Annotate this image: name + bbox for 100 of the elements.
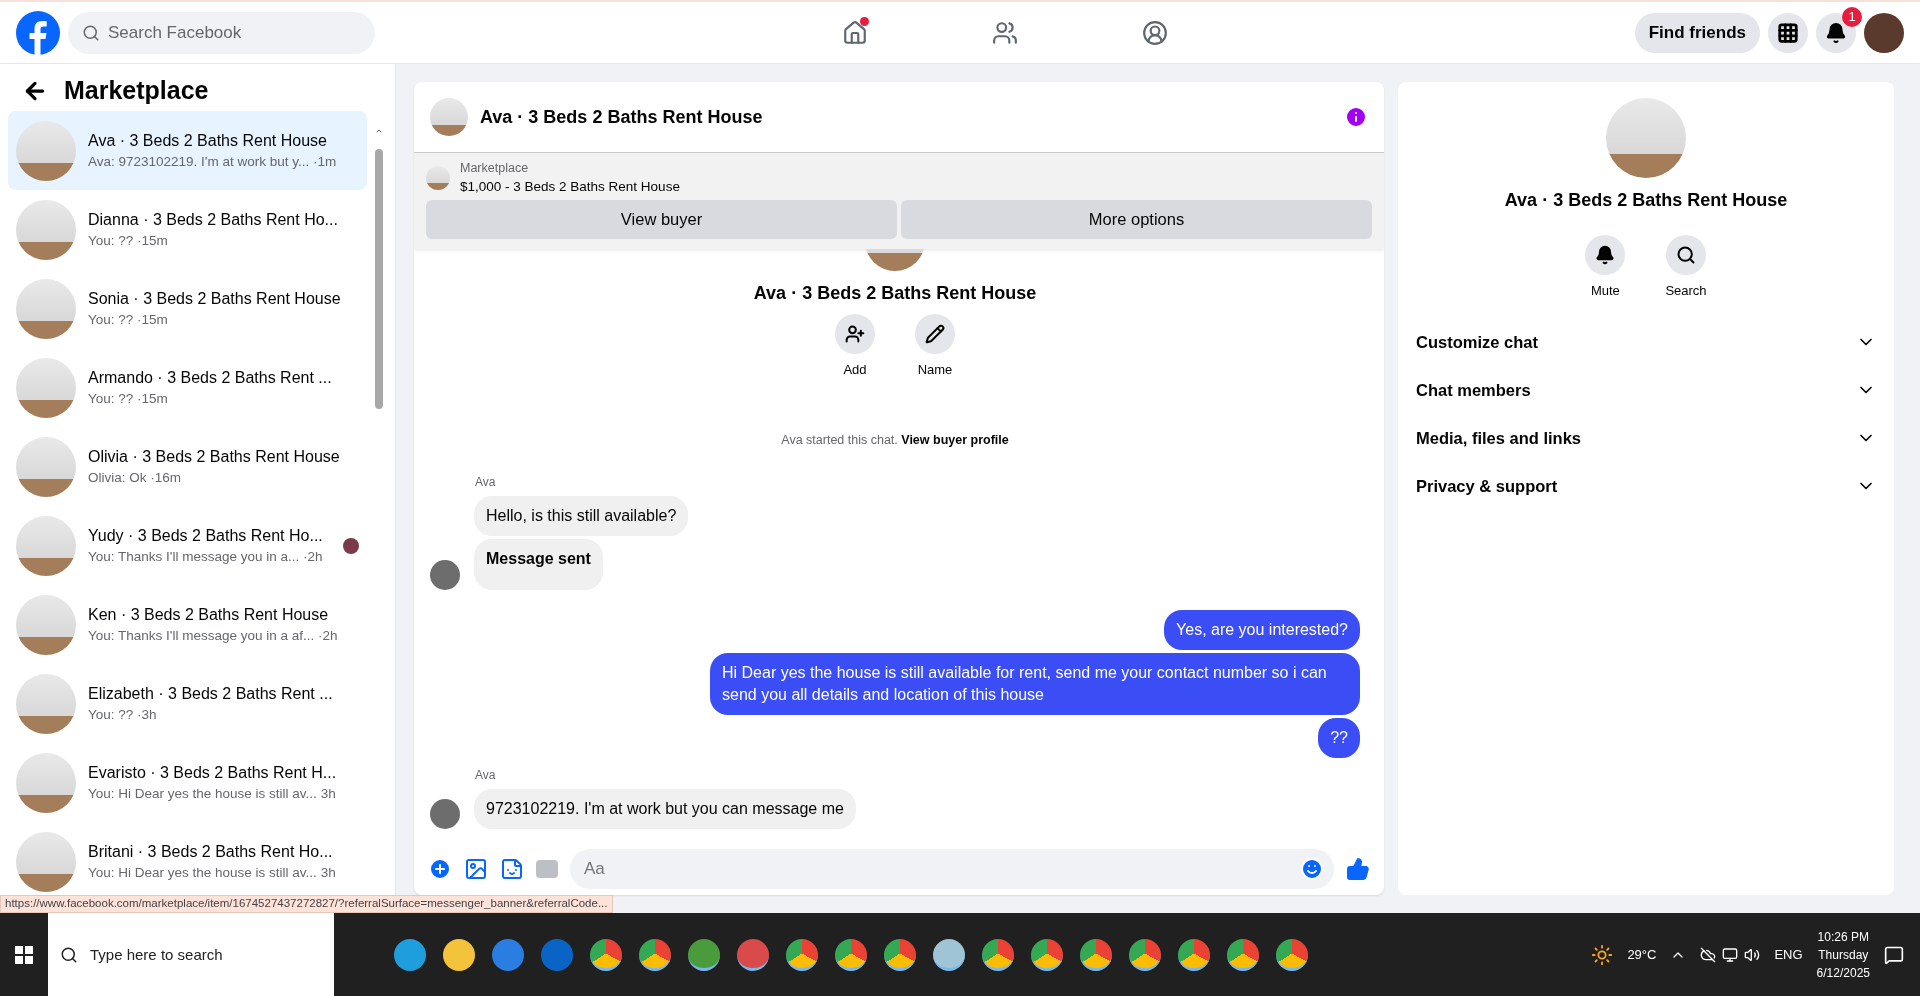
conversation-item[interactable]: Ava · 3 Beds 2 Baths Rent House Ava: 9723102219. I'm at work but y... ·1m [8, 111, 367, 190]
info-icon[interactable] [1344, 105, 1368, 129]
clock[interactable]: 10:26 PM Thursday 6/12/2025 [1816, 927, 1870, 982]
store-icon[interactable] [492, 938, 524, 971]
scroll-up-icon[interactable] [375, 127, 383, 135]
details-section[interactable]: Media, files and links [1412, 414, 1880, 462]
browser-icon[interactable] [1129, 938, 1161, 971]
conversation-item[interactable]: Dianna · 3 Beds 2 Baths Rent Ho... You: ?? ·15m [8, 190, 367, 269]
browser-icon[interactable] [1227, 938, 1259, 971]
windows-logo-icon[interactable] [15, 945, 33, 964]
buyer-profile-link[interactable]: View buyer profile [901, 433, 1009, 447]
message-input[interactable]: Aa [570, 849, 1334, 889]
action-label: Search [1665, 283, 1707, 298]
conversation-preview: You: Thanks I'll message you in a... ·2h [88, 549, 324, 564]
find-friends-button[interactable]: Find friends [1634, 12, 1760, 53]
conversation-preview: You: ?? ·15m [88, 233, 169, 248]
action-button[interactable] [835, 314, 875, 354]
message-bubble: 9723102219. I'm at work but you can message me [474, 789, 856, 829]
sender-name: Ava [475, 475, 497, 489]
conversation-name: Dianna · 3 Beds 2 Baths Rent Ho... [88, 211, 339, 229]
listing-title: $1,000 - 3 Beds 2 Baths Rent House [460, 179, 680, 194]
photo-icon[interactable] [464, 857, 488, 881]
conversation-name: Ken · 3 Beds 2 Baths Rent House [88, 606, 330, 624]
browser-icon[interactable] [982, 938, 1014, 971]
user-circle-icon [1141, 19, 1168, 46]
listing-source: Marketplace [460, 161, 530, 175]
message-bubble: Message sent [474, 539, 603, 590]
search-icon [82, 23, 100, 42]
browser-icon[interactable] [786, 938, 818, 971]
conversation-preview: Ava: 9723102219. I'm at work but y... ·1m [88, 154, 338, 169]
conversation-preview: You: Hi Dear yes the house is still av... 3h [88, 786, 337, 801]
action-button[interactable] [1585, 235, 1626, 275]
details-section[interactable]: Customize chat [1412, 318, 1880, 366]
browser-icon[interactable] [1080, 938, 1112, 971]
action-button[interactable] [1666, 235, 1706, 275]
browser-icon[interactable] [1276, 938, 1308, 971]
conversation-name: Ava · 3 Beds 2 Baths Rent House [88, 132, 328, 150]
plus-icon[interactable] [428, 857, 452, 881]
action-button[interactable] [915, 314, 955, 354]
action-button[interactable]: More options [901, 200, 1372, 239]
conversation-name: Sonia · 3 Beds 2 Baths Rent House [88, 290, 342, 308]
sticker-icon[interactable] [500, 857, 524, 881]
conversation-item[interactable]: Yudy · 3 Beds 2 Baths Rent Ho... You: Thanks I'll message you in a... ·2h [8, 506, 367, 585]
thumbs-up-icon[interactable] [1346, 857, 1370, 881]
listing-thumbnail [426, 165, 450, 190]
folder-icon[interactable] [443, 938, 475, 971]
notifications-button[interactable] [1816, 12, 1856, 53]
notification-badge: 1 [1842, 6, 1862, 27]
notification-center-icon[interactable] [1884, 944, 1904, 965]
edge-icon[interactable] [394, 938, 426, 971]
conversation-name: Elizabeth · 3 Beds 2 Baths Rent ... [88, 685, 334, 703]
conversation-name: Yudy · 3 Beds 2 Baths Rent Ho... [88, 527, 324, 545]
action-label: Mute [1590, 283, 1620, 298]
document-icon[interactable] [933, 938, 965, 971]
menu-button[interactable] [1768, 12, 1808, 53]
conversation-preview: You: Thanks I'll message you in a af... ·2h [88, 628, 339, 643]
browser-icon[interactable] [1178, 938, 1210, 971]
action-button[interactable]: View buyer [426, 200, 897, 239]
browser-icon[interactable] [1031, 938, 1063, 971]
conversation-preview: You: Hi Dear yes the house is still av... 3h [88, 865, 337, 880]
weather-icon [1591, 943, 1614, 966]
facebook-logo[interactable] [16, 10, 60, 55]
language-indicator[interactable]: ENG [1774, 947, 1803, 962]
search-field[interactable]: Search Facebook [68, 11, 375, 54]
paint-icon[interactable] [737, 938, 769, 971]
message-bubble: Hello, is this still available? [474, 496, 689, 536]
conversation-preview: Olivia: Ok ·16m [88, 470, 183, 485]
scrollbar-thumb[interactable] [375, 149, 383, 409]
conversation-item[interactable]: Olivia · 3 Beds 2 Baths Rent House Olivia: Ok ·16m [8, 427, 367, 506]
details-section[interactable]: Chat members [1412, 366, 1880, 414]
search-icon [1676, 245, 1696, 265]
conversation-item[interactable]: Sonia · 3 Beds 2 Baths Rent House You: ?? ·15m [8, 269, 367, 348]
taskbar-search-field[interactable]: Type here to search [48, 913, 334, 996]
cloud-icon[interactable] [1700, 946, 1717, 963]
spreadsheet-icon[interactable] [688, 938, 720, 971]
conversation-item[interactable]: Elizabeth · 3 Beds 2 Baths Rent ... You: ?? ·3h [8, 664, 367, 743]
bell-icon [1595, 245, 1616, 265]
browser-icon[interactable] [884, 938, 916, 971]
browser-icon[interactable] [590, 938, 622, 971]
mail-icon[interactable] [541, 938, 573, 971]
message-bubble: Hi Dear yes the house is still available for rent, send me your contact number so i can send you all details and location of this house [710, 653, 1360, 715]
status-url-tooltip: https://www.facebook.com/marketplace/item/1674527437272827/?referralSurface=messenger_banner&referralCode... [0, 895, 613, 913]
profile-avatar[interactable] [1864, 12, 1904, 53]
search-icon [60, 945, 78, 964]
conversation-name: Armando · 3 Beds 2 Baths Rent ... [88, 369, 333, 387]
chat-avatar [430, 98, 468, 136]
volume-icon[interactable] [1744, 946, 1761, 963]
action-label: Name [917, 362, 953, 377]
browser-icon[interactable] [639, 938, 671, 971]
sidebar-title: Marketplace [64, 76, 209, 105]
browser-icon[interactable] [835, 938, 867, 971]
sender-name: Ava [475, 768, 497, 782]
conversation-item[interactable]: Ken · 3 Beds 2 Baths Rent House You: Thanks I'll message you in a af... ·2h [8, 585, 367, 664]
pencil-icon [925, 324, 945, 344]
bell-icon [1825, 21, 1847, 44]
conversation-item[interactable]: Evaristo · 3 Beds 2 Baths Rent H... You: Hi Dear yes the house is still av... 3h [8, 743, 367, 822]
conversation-item[interactable]: Armando · 3 Beds 2 Baths Rent ... You: ?? ·15m [8, 348, 367, 427]
conversation-name: Evaristo · 3 Beds 2 Baths Rent H... [88, 764, 338, 782]
details-section[interactable]: Privacy & support [1412, 462, 1880, 510]
conversation-name: Olivia · 3 Beds 2 Baths Rent House [88, 448, 341, 466]
